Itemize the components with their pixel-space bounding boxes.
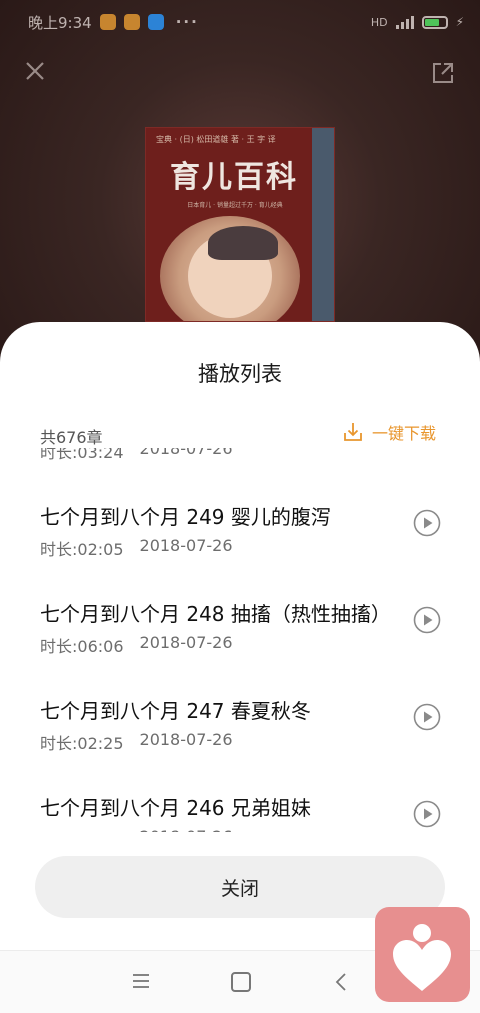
notification-app-icon [147,14,164,30]
chapter-date: 2018-07-26 [139,633,233,652]
chapter-duration: 时长:02:25 [40,734,124,753]
chapter-item[interactable]: 七个月到八个月 246 兄弟姐妹时长:03:10 2018-07-26 [0,770,480,832]
status-bar: 晚上9:34 ··· HD ⚡ [0,0,480,44]
chapter-meta: 时长:03:24 2018-07-26 [40,448,233,463]
play-icon[interactable] [413,703,441,731]
chapter-duration: 时长:06:06 [40,637,124,656]
cover-title: 育儿百科 [170,160,298,195]
chapter-meta: 时长:02:05 2018-07-26 [40,536,233,560]
download-all-label: 一键下载 [372,424,437,443]
book-cover: 宝典 · (日) 松田道雄 著 · 王 字 译 育儿百科 日本育儿 · 销量超过… [145,127,335,322]
hd-icon: HD [370,15,388,29]
menu-icon[interactable] [132,973,150,989]
chapter-date: 2018-07-26 [140,827,233,832]
chapter-list[interactable]: 七个月到八个月 250 断奶时长:03:242018-07-26七个月到八个月 … [0,448,480,832]
chapter-duration: 时长:03:10 [40,827,124,832]
chapter-title: 七个月到八个月 249 婴儿的腹泻 [40,505,331,529]
cover-author-line: 宝典 · (日) 松田道雄 著 · 王 字 译 [156,135,276,144]
status-right: HD ⚡ [371,15,464,29]
baby-hat [208,226,278,260]
cover-subtitle: 日本育儿 · 销量超过千万 · 育儿经典 [187,202,283,209]
chapter-count: 共676章 [40,428,103,447]
charging-icon: ⚡ [455,15,464,29]
battery-icon [421,15,448,29]
notification-app-icon [99,14,116,30]
notification-app-icon [123,14,140,30]
chapter-item[interactable]: 七个月到八个月 248 抽搐（热性抽搐） 时长:06:06 2018-07-26 [0,576,480,673]
chapter-meta: 时长:02:25 2018-07-26 [40,730,233,754]
playlist-sheet: 播放列表 共676章 一键下载 七个月到八个月 250 断奶时长:03:2420… [0,322,480,950]
chapter-date: 2018-07-26 [139,448,233,458]
sheet-title: 播放列表 [198,362,282,386]
heart-person-icon [393,924,451,991]
download-icon [344,423,362,441]
back-icon[interactable] [334,972,348,992]
chapter-item[interactable]: 七个月到八个月 247 春夏秋冬时长:02:25 2018-07-26 [0,673,480,770]
chapter-date: 2018-07-26 [139,730,233,749]
close-sheet-label: 关闭 [220,877,259,900]
chapter-list-content: 七个月到八个月 250 断奶时长:03:242018-07-26七个月到八个月 … [0,448,480,832]
chapter-title: 七个月到八个月 247 春夏秋冬 [40,699,311,723]
play-icon[interactable] [413,800,441,828]
more-notifications-icon: ··· [175,13,199,31]
share-icon[interactable] [430,60,456,86]
play-icon[interactable] [413,606,441,634]
signal-icon [395,15,414,29]
chapter-meta: 时长:03:10 2018-07-26 [40,827,233,832]
download-all-button[interactable]: 一键下载 [342,420,436,444]
cover-baby-photo [160,216,300,321]
chapter-duration: 时长:02:05 [40,540,124,559]
chapter-title: 七个月到八个月 246 兄弟姐妹 [40,796,311,820]
chapter-date: 2018-07-26 [139,536,233,555]
cover-spine [312,128,334,321]
chapter-item[interactable]: 七个月到八个月 250 断奶时长:03:242018-07-26 [0,448,480,479]
chapter-title: 七个月到八个月 248 抽搐（热性抽搐） [40,602,391,626]
chapter-duration: 时长:03:24 [40,448,124,462]
battery-fill [424,18,439,26]
status-time: 晚上9:34 [28,13,92,32]
chapter-meta: 时长:06:06 2018-07-26 [40,633,233,657]
home-icon[interactable] [231,972,251,992]
close-icon[interactable] [22,58,48,84]
status-left: 晚上9:34 ··· [28,12,199,33]
chapter-item[interactable]: 七个月到八个月 249 婴儿的腹泻时长:02:05 2018-07-26 [0,479,480,576]
heart-app-icon[interactable] [375,907,470,1002]
play-icon[interactable] [413,509,441,537]
